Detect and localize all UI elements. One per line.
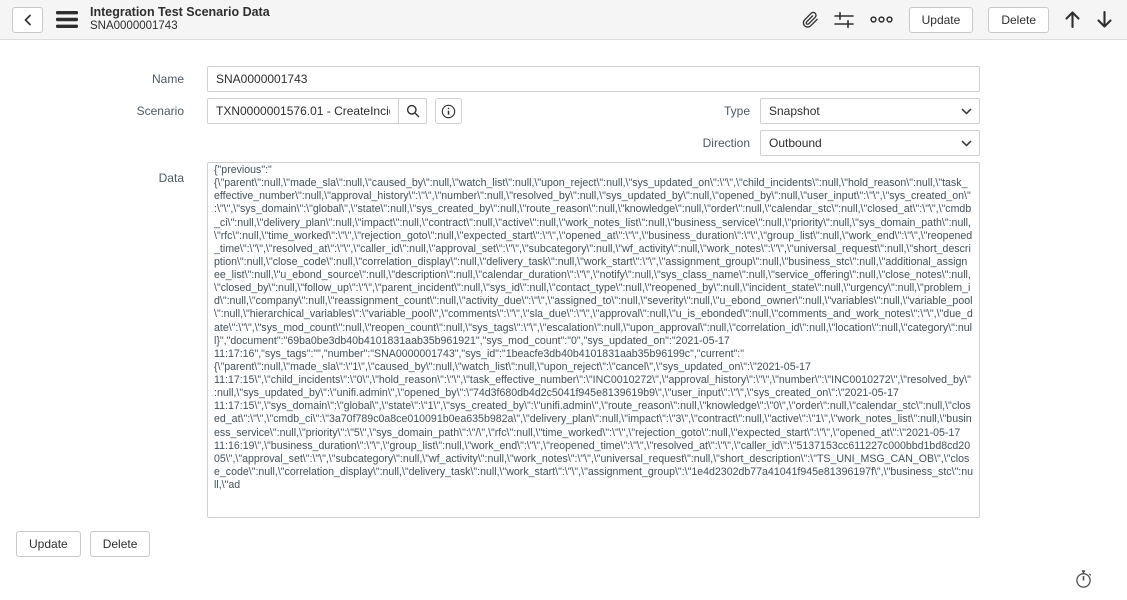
scenario-label: Scenario	[0, 104, 207, 118]
direction-select-wrap: Outbound	[760, 130, 980, 156]
arrow-up-icon[interactable]	[1064, 10, 1081, 29]
data-label: Data	[0, 162, 207, 185]
name-input[interactable]	[207, 66, 980, 92]
record-form: Name Scenario Type Snapshot	[0, 40, 980, 557]
personalize-form-icon[interactable]	[834, 11, 854, 29]
scenario-type-row: Scenario Type Snapshot	[0, 98, 980, 124]
title-block: Integration Test Scenario Data SNA000000…	[90, 5, 270, 34]
header-actions: Update Delete	[802, 7, 1113, 33]
delete-button-header[interactable]: Delete	[988, 7, 1049, 33]
scenario-lookup-button[interactable]	[398, 98, 427, 124]
direction-row: Direction Outbound	[0, 130, 980, 156]
data-row: Data {"previous":" {\"parent\":null,\"ma…	[0, 162, 980, 518]
data-textarea[interactable]: {"previous":" {\"parent\":null,\"made_sl…	[207, 162, 980, 518]
type-select-wrap: Snapshot	[760, 98, 980, 124]
name-row: Name	[0, 66, 980, 92]
update-button-footer[interactable]: Update	[16, 531, 81, 557]
scenario-preview-button[interactable]	[435, 98, 462, 124]
info-icon	[441, 104, 456, 119]
delete-button-footer[interactable]: Delete	[90, 531, 151, 557]
type-select[interactable]: Snapshot	[760, 98, 980, 124]
record-number: SNA0000001743	[90, 20, 270, 34]
attachment-icon[interactable]	[802, 11, 819, 29]
back-button[interactable]	[12, 7, 43, 33]
response-time-icon[interactable]	[1074, 569, 1093, 589]
update-button-header[interactable]: Update	[909, 7, 974, 33]
page-title: Integration Test Scenario Data	[90, 5, 270, 20]
form-header: Integration Test Scenario Data SNA000000…	[0, 0, 1127, 40]
chevron-left-icon	[22, 13, 34, 27]
direction-select[interactable]: Outbound	[760, 130, 980, 156]
search-icon	[406, 104, 420, 118]
scenario-input[interactable]	[207, 98, 399, 124]
arrow-down-icon[interactable]	[1096, 10, 1113, 29]
direction-label: Direction	[703, 136, 760, 150]
type-label: Type	[724, 104, 760, 118]
form-footer-buttons: Update Delete	[16, 531, 980, 557]
scenario-reference-field	[207, 98, 427, 124]
name-label: Name	[0, 72, 207, 86]
context-menu-icon[interactable]	[56, 11, 78, 28]
more-options-icon[interactable]	[869, 15, 894, 24]
